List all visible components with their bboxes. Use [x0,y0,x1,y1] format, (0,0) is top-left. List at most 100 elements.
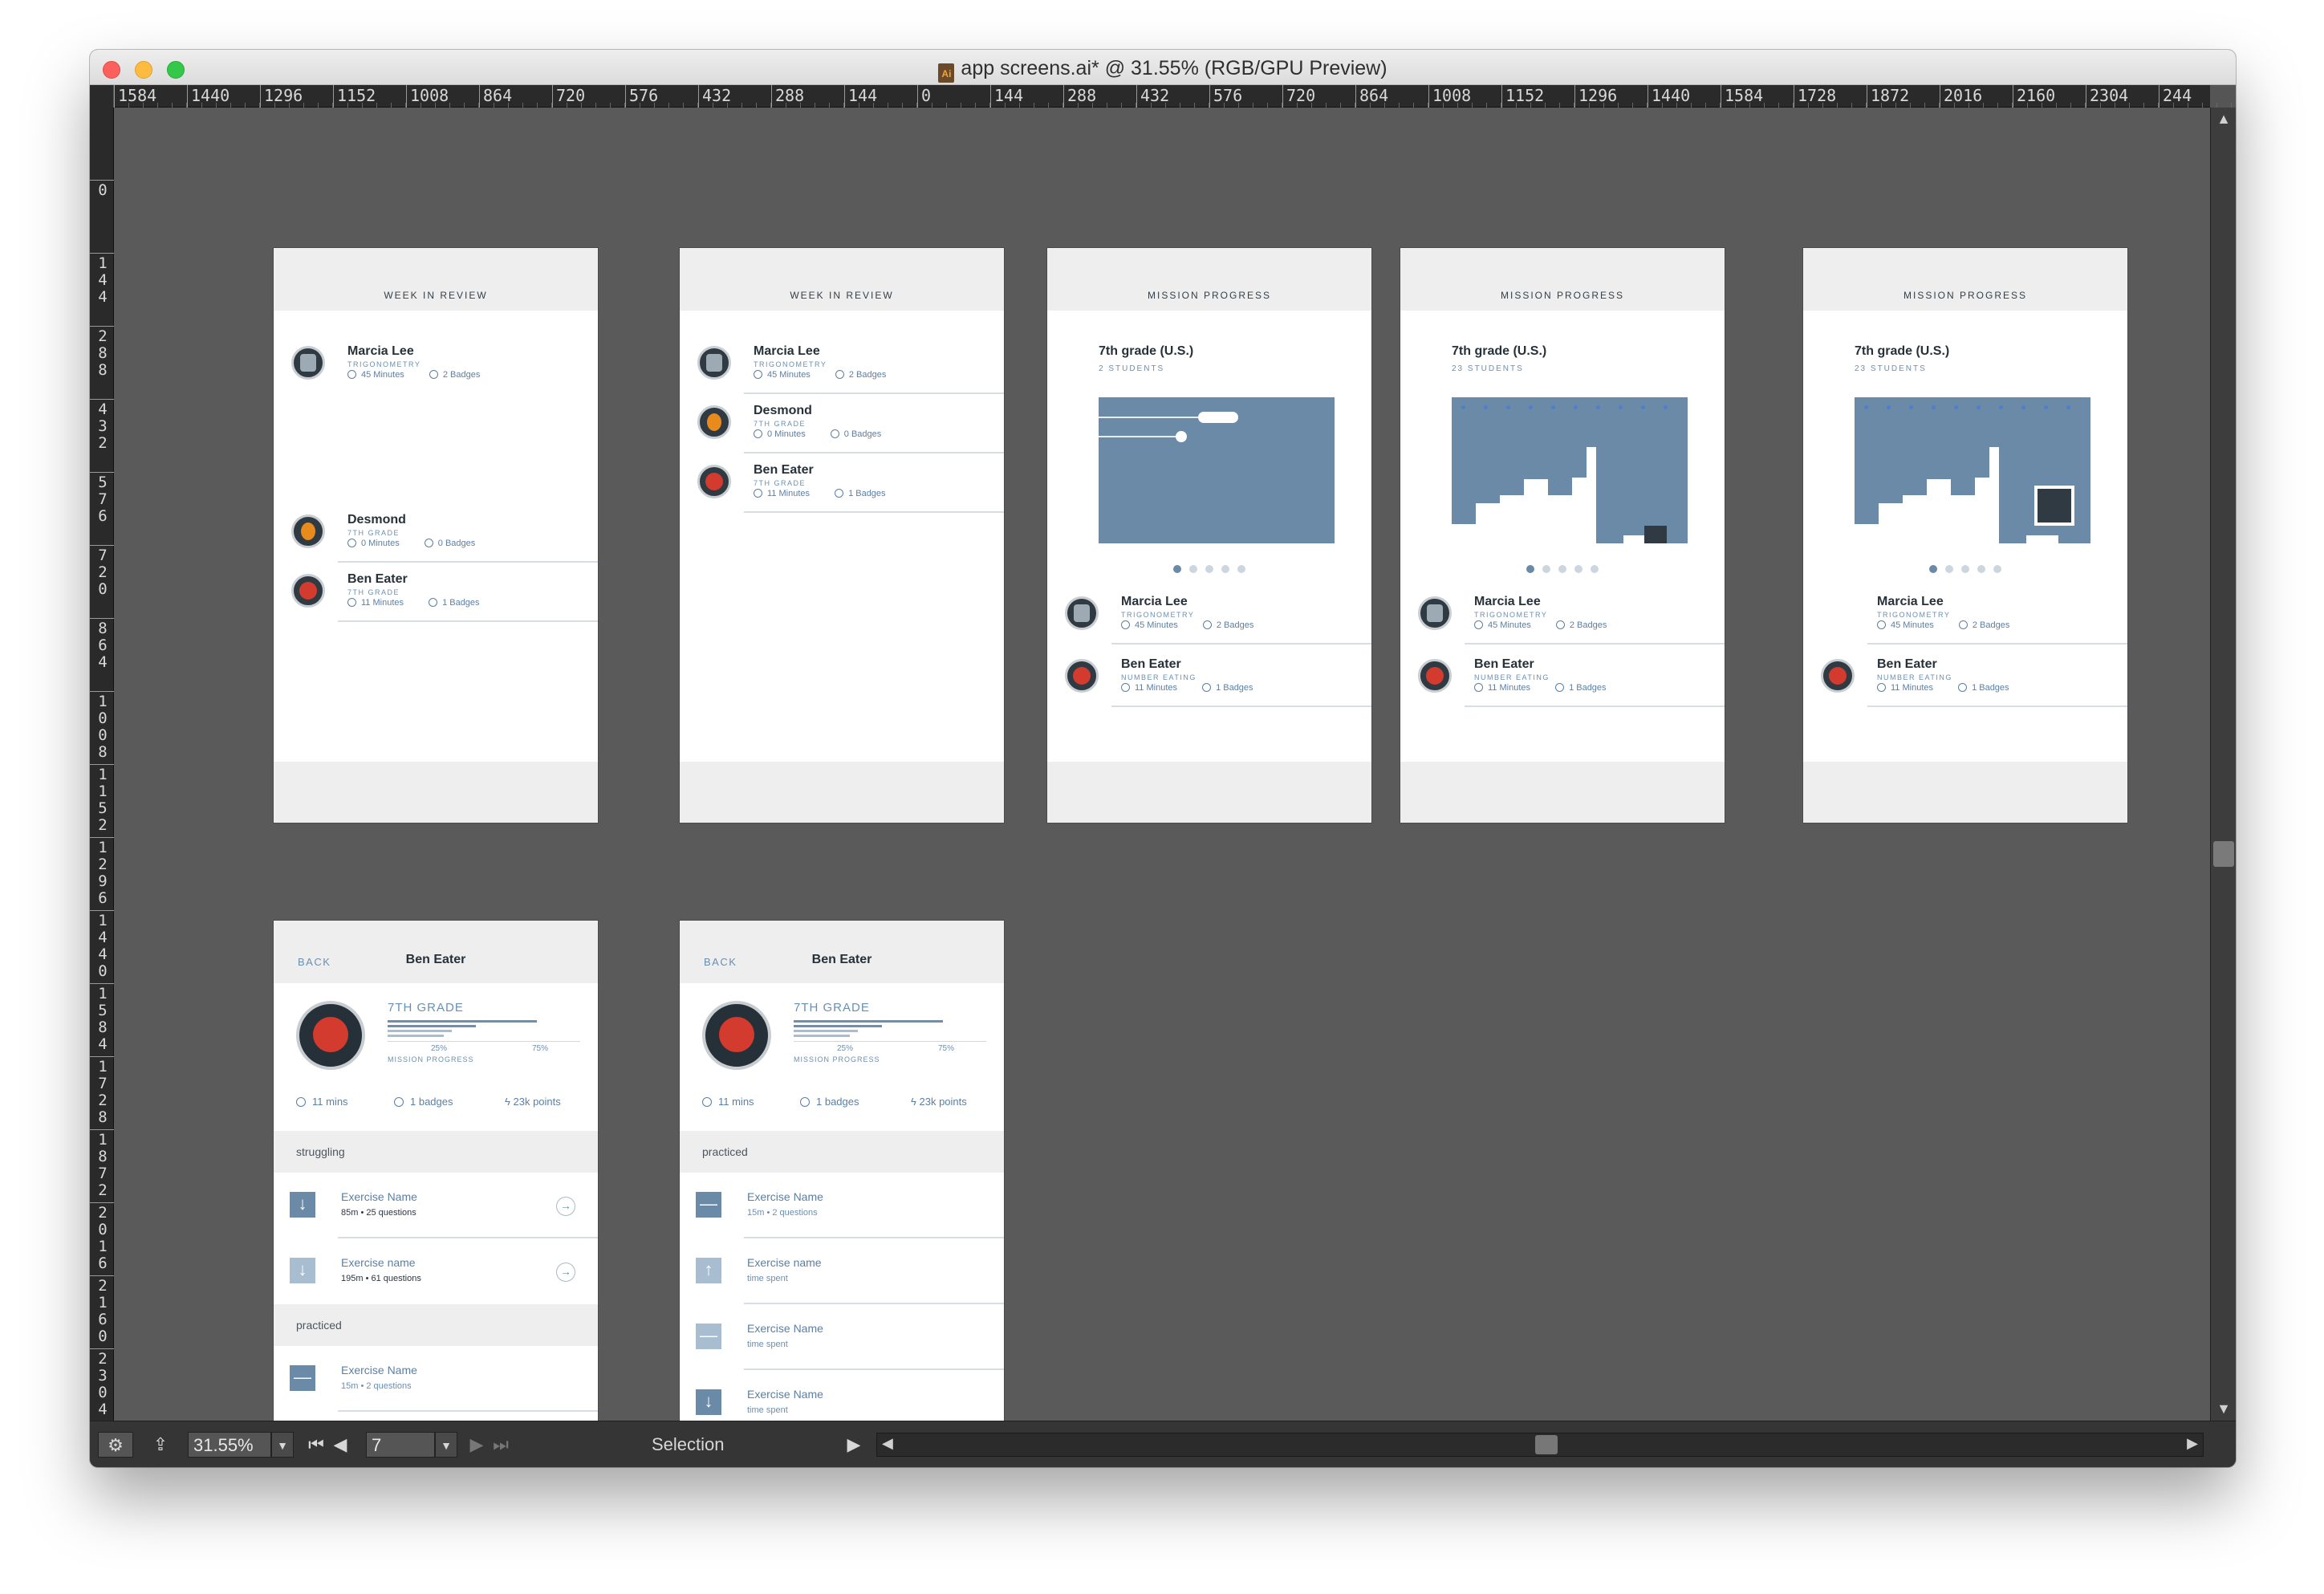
student-row[interactable]: Ben Eater NUMBER EATING 11 Minutes 1 Bad… [1047,648,1371,707]
artboard-mission-progress-3[interactable]: MISSION PROGRESS 7th grade (U.S.) 23 STU… [1802,247,2128,823]
student-row[interactable]: Ben Eater NUMBER EATING 11 Minutes 1 Bad… [1400,648,1725,707]
gear-icon[interactable]: ⚙ [98,1432,133,1458]
page-dot[interactable] [1945,565,1953,573]
progress-chart[interactable] [1452,397,1688,543]
screen-header: MISSION PROGRESS [1803,248,2127,311]
page-dot[interactable] [1542,565,1550,573]
progress-chart[interactable] [1099,397,1335,543]
student-row[interactable]: Ben Eater 7TH GRADE 11 Minutes 1 Badges [680,453,1004,513]
percent-75-label: 75% [532,1044,549,1053]
row-divider [1465,706,1725,707]
exercise-row[interactable]: — Exercise Name 15m • 2 questions [680,1173,1004,1238]
artboard-number-field[interactable]: 7 [366,1432,435,1458]
artboard-mission-progress-2[interactable]: MISSION PROGRESS 7th grade (U.S.) 23 STU… [1400,247,1725,823]
student-avatar-marker[interactable] [2034,486,2074,526]
ruler-tick-label: 144 [90,253,114,306]
artboard-dropdown-icon[interactable]: ▼ [435,1432,457,1458]
last-artboard-icon[interactable]: ⏭ [491,1432,510,1458]
page-dot[interactable] [1173,565,1181,573]
page-dot[interactable] [1189,565,1197,573]
scroll-right-icon[interactable]: ▶ [2187,1435,2198,1452]
page-indicator[interactable] [1047,563,1371,577]
artboard-canvas[interactable]: WEEK IN REVIEW Marcia Lee TRIGONOMETRY 4… [114,108,2210,1421]
scroll-thumb[interactable] [1535,1435,1558,1454]
page-dot[interactable] [1526,565,1534,573]
scroll-up-icon[interactable]: ▲ [2211,111,2236,128]
screen-title: WEEK IN REVIEW [384,290,488,301]
page-dot[interactable] [1574,565,1583,573]
progress-axis [388,1041,580,1042]
exercise-row[interactable]: ↑ Exercise name time spent [274,1412,598,1421]
zoom-level-field[interactable]: 31.55% [188,1432,271,1458]
student-row[interactable]: Desmond 7TH GRADE 0 Minutes 0 Badges [680,394,1004,453]
artboard-student-detail-2[interactable]: BACK Ben Eater 7TH GRADE 25% 75% MISSION… [679,920,1005,1421]
chevron-right-icon[interactable]: → [556,1197,575,1216]
badge-icon [1958,620,1968,629]
grade-label: 7TH GRADE [388,1001,464,1015]
clock-icon [347,539,356,547]
ruler-tick-label: 2016 [1940,85,2013,108]
student-row[interactable]: Marcia Lee TRIGONOMETRY 45 Minutes 2 Bad… [1400,585,1725,645]
page-dot[interactable] [1558,565,1566,573]
first-artboard-icon[interactable]: ⏮ [307,1432,326,1458]
exercise-row[interactable]: ↓ Exercise name 195m • 61 questions → [274,1238,598,1304]
student-row[interactable]: Marcia Lee TRIGONOMETRY 45 Minutes 2 Bad… [1803,585,2127,645]
status-menu-icon[interactable]: ▶ [844,1432,863,1458]
student-subject: NUMBER EATING [1121,673,1197,681]
ruler-tick-label: 1296 [90,837,114,907]
previous-artboard-icon[interactable]: ◀ [331,1432,350,1458]
student-subject: TRIGONOMETRY [347,360,421,368]
progress-chart[interactable] [1855,397,2090,543]
page-dot[interactable] [1591,565,1599,573]
artboard-week-review-2[interactable]: WEEK IN REVIEW Marcia Lee TRIGONOMETRY 4… [679,247,1005,823]
student-row[interactable]: Marcia Lee TRIGONOMETRY 45 Minutes 2 Bad… [274,335,598,394]
step-bar [1548,495,1572,543]
clock-icon [1877,620,1886,629]
marker-dot [1954,405,1958,409]
page-indicator[interactable] [1803,563,2127,577]
student-subject: TRIGONOMETRY [754,360,827,368]
student-row[interactable]: Ben Eater 7TH GRADE 11 Minutes 1 Badges [274,563,598,622]
page-dot[interactable] [1237,565,1245,573]
mission-progress-bar [388,1025,476,1027]
page-dot[interactable] [1993,565,2001,573]
chevron-right-icon[interactable]: → [556,1263,575,1282]
zoom-dropdown-icon[interactable]: ▼ [271,1432,294,1458]
horizontal-ruler[interactable]: 1584 1440 1296 1152 1008 864 720 576 432 288 144 0 1… [90,85,2232,108]
artboard-student-detail-1[interactable]: BACK Ben Eater 7TH GRADE 25% 75% MISSION… [273,920,599,1421]
exercise-row[interactable]: ↓ Exercise Name time spent [680,1370,1004,1421]
scroll-left-icon[interactable]: ◀ [882,1435,893,1452]
student-row[interactable]: Marcia Lee TRIGONOMETRY 45 Minutes 2 Bad… [1047,585,1371,645]
badge-icon [1958,683,1968,692]
exercise-row[interactable]: ↓ Exercise Name 85m • 25 questions → [274,1173,598,1238]
ruler-origin[interactable] [90,85,114,108]
student-row[interactable]: Desmond 7TH GRADE 0 Minutes 0 Badges [274,503,598,563]
artboard-week-review-1[interactable]: WEEK IN REVIEW Marcia Lee TRIGONOMETRY 4… [273,247,599,823]
student-row[interactable]: Marcia Lee TRIGONOMETRY 45 Minutes 2 Bad… [680,335,1004,394]
artboard-mission-progress-1[interactable]: MISSION PROGRESS 7th grade (U.S.) 2 STUD… [1046,247,1372,823]
page-dot[interactable] [1221,565,1229,573]
page-indicator[interactable] [1400,563,1725,577]
page-dot[interactable] [1205,565,1213,573]
page-dot[interactable] [1929,565,1937,573]
dash-icon: — [290,1365,315,1391]
exercise-row[interactable]: — Exercise Name time spent [680,1304,1004,1370]
page-dot[interactable] [1977,565,1985,573]
student-stats: 45 Minutes 2 Badges [1877,620,2032,630]
vertical-scrollbar[interactable]: ▲ ▼ [2210,108,2236,1421]
minutes-stat: 11 mins [296,1096,348,1108]
tab-bar [1400,762,1725,823]
page-dot[interactable] [1961,565,1969,573]
share-icon[interactable]: ⇪ [146,1432,175,1458]
vertical-ruler[interactable]: 0 144 288 432 576 720 864 1008 1152 1296 1440 1584 1… [90,108,114,1467]
exercise-row[interactable]: — Exercise Name 15m • 2 questions [274,1346,598,1412]
horizontal-scrollbar[interactable]: ◀ ▶ [876,1433,2204,1457]
step-bar [1587,447,1596,543]
ruler-tick-label: 864 [90,618,114,671]
scroll-down-icon[interactable]: ▼ [2211,1401,2236,1417]
student-row[interactable]: Ben Eater NUMBER EATING 11 Minutes 1 Bad… [1803,648,2127,707]
next-artboard-icon[interactable]: ▶ [467,1432,486,1458]
exercise-row[interactable]: ↑ Exercise name time spent [680,1238,1004,1304]
student-stats: 11 Minutes 1 Badges [347,598,502,608]
scroll-thumb[interactable] [2213,841,2234,867]
